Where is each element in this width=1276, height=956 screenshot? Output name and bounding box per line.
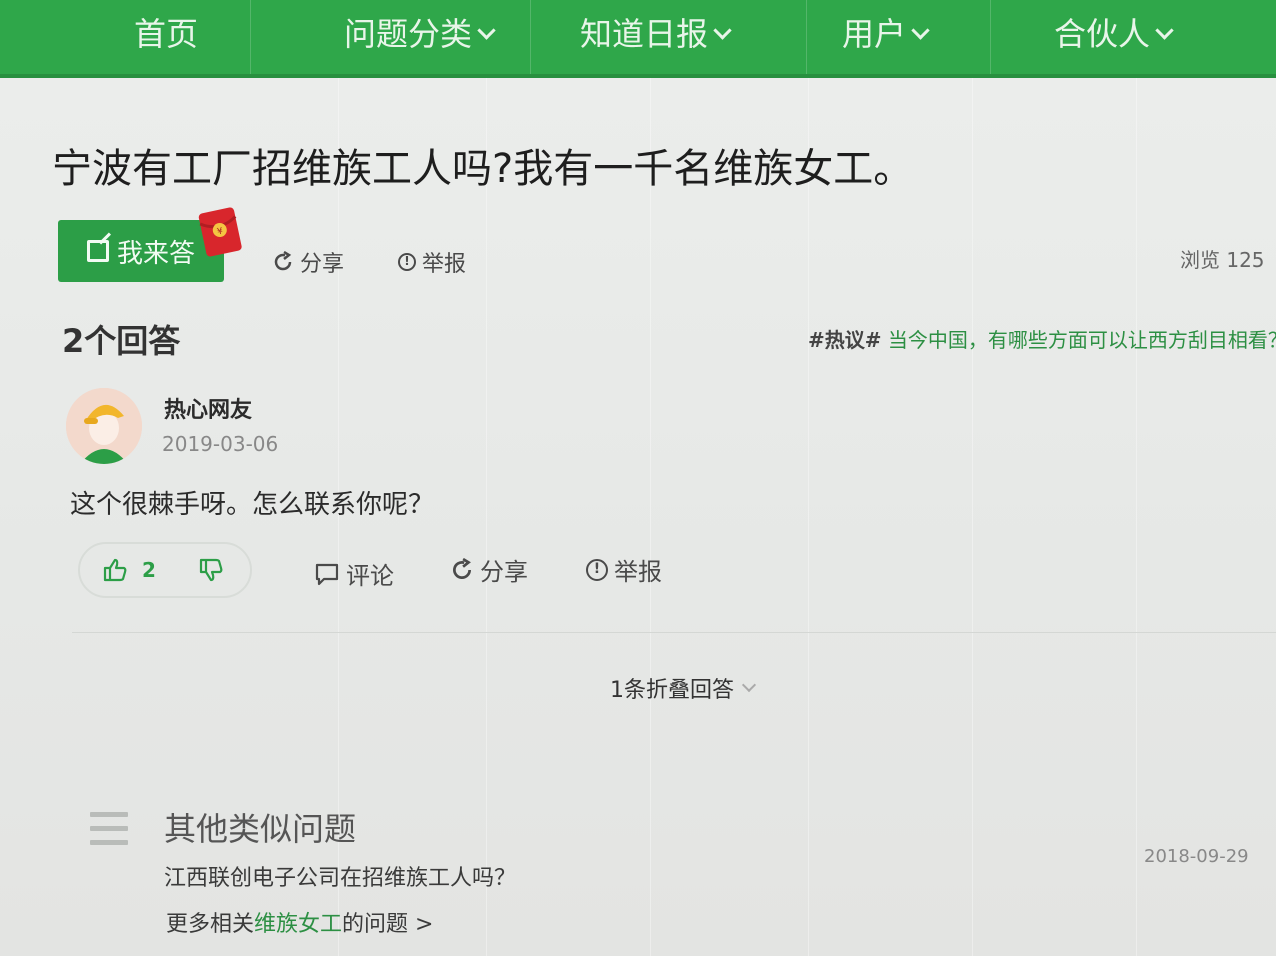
thumbs-down-icon <box>199 558 223 582</box>
author-name[interactable]: 热心网友 <box>164 392 252 424</box>
nav-item-users[interactable]: 用户 <box>842 8 930 60</box>
screen-line <box>650 78 651 956</box>
top-navigation-bar: 首页 问题分类 知道日报 用户 合伙人 <box>0 0 1276 78</box>
chevron-down-icon <box>741 677 757 693</box>
question-share-button[interactable]: 分享 <box>272 246 344 278</box>
chevron-down-icon <box>911 20 930 40</box>
answer-report-button[interactable]: ! 举报 <box>586 552 662 587</box>
report-icon: ! <box>398 253 416 271</box>
screen-line <box>1136 78 1137 956</box>
hot-topic-tag: #热议# <box>808 328 882 352</box>
share-label: 分享 <box>480 558 528 586</box>
report-label: 举报 <box>614 558 662 586</box>
nav-item-home[interactable]: 首页 <box>134 8 198 60</box>
upvote-button[interactable]: 2 <box>102 557 156 583</box>
edit-icon <box>86 240 109 262</box>
upvote-count: 2 <box>142 558 156 582</box>
chevron-down-icon <box>713 20 732 40</box>
comment-label: 评论 <box>346 562 394 590</box>
answer-text: 这个很棘手呀。怎么联系你呢？ <box>70 490 435 520</box>
folded-answers-toggle[interactable]: 1条折叠回答 <box>610 672 757 704</box>
more-related-keyword[interactable]: 维族女工 <box>254 912 342 937</box>
nav-label: 首页 <box>134 15 199 53</box>
more-related-prefix: 更多相关 <box>166 912 255 937</box>
downvote-button[interactable] <box>198 557 224 587</box>
nav-divider <box>530 0 531 74</box>
hot-topic-link[interactable]: 当今中国，有哪些方面可以让西方刮目相看？ <box>888 328 1276 352</box>
view-count: 浏览 125 <box>1180 248 1265 272</box>
more-related-link[interactable]: 更多相关维族女工的问题 > <box>166 906 433 938</box>
nav-item-categories[interactable]: 问题分类 <box>344 8 496 60</box>
nav-label: 知道日报 <box>580 15 709 53</box>
report-label: 举报 <box>422 252 467 277</box>
nav-label: 问题分类 <box>344 15 473 53</box>
question-report-button[interactable]: ! 举报 <box>398 246 466 278</box>
answer-date: 2019-03-06 <box>162 432 279 456</box>
nav-divider <box>250 0 251 74</box>
similar-question-link[interactable]: 江西联创电子公司在招维族工人吗？ <box>164 860 516 892</box>
nav-divider <box>806 0 807 74</box>
avatar[interactable] <box>66 388 142 464</box>
nav-label: 合伙人 <box>1054 15 1151 53</box>
similar-question-date: 2018-09-29 <box>1144 846 1249 867</box>
hot-topic[interactable]: #热议# 当今中国，有哪些方面可以让西方刮目相看？ <box>808 324 1276 353</box>
nav-item-partners[interactable]: 合伙人 <box>1054 8 1174 60</box>
folded-label: 1条折叠回答 <box>610 678 734 703</box>
screen-line <box>486 78 487 956</box>
thumbs-up-icon <box>103 558 127 582</box>
vote-box: 2 <box>78 542 252 598</box>
share-icon <box>453 557 471 579</box>
answer-share-button[interactable]: 分享 <box>450 552 528 587</box>
screen-line <box>972 78 973 956</box>
similar-questions-title: 其他类似问题 <box>164 810 357 848</box>
report-icon: ! <box>586 558 608 581</box>
nav-item-daily[interactable]: 知道日报 <box>580 8 732 60</box>
more-related-suffix: 的问题 > <box>342 912 434 937</box>
nav-divider <box>990 0 991 74</box>
comment-button[interactable]: 评论 <box>314 556 394 591</box>
list-icon <box>90 812 128 848</box>
answer-button-label: 我来答 <box>116 238 195 269</box>
answers-count: 2个回答 <box>62 322 181 360</box>
comment-icon <box>315 563 339 585</box>
share-label: 分享 <box>300 252 345 277</box>
chevron-down-icon <box>1155 20 1174 40</box>
nav-label: 用户 <box>842 15 907 53</box>
question-title: 宁波有工厂招维族工人吗?我有一千名维族女工。 <box>52 146 914 192</box>
page: 首页 问题分类 知道日报 用户 合伙人 宁波有工厂招维族工人吗?我有一千名维族女… <box>0 0 1276 956</box>
share-icon <box>274 251 292 271</box>
screen-line <box>808 78 809 956</box>
red-packet-icon[interactable]: ¥ <box>193 202 246 260</box>
chevron-down-icon <box>477 20 496 40</box>
divider <box>72 632 1276 633</box>
